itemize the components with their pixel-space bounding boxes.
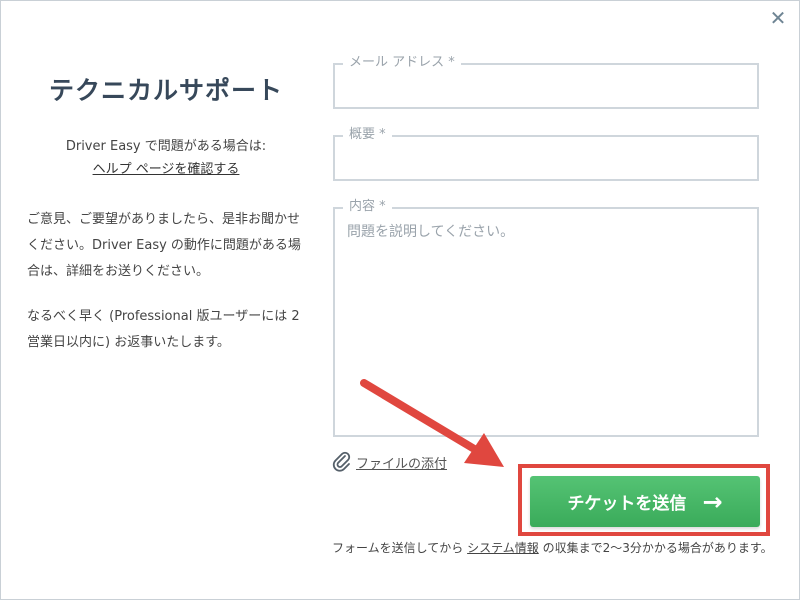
submit-label: チケットを送信	[567, 494, 687, 514]
system-info-link[interactable]: システム情報	[467, 541, 539, 555]
page-title: テクニカルサポート	[48, 76, 283, 105]
content-textarea[interactable]	[335, 209, 757, 435]
email-fieldset: メール アドレス *	[333, 55, 759, 109]
submit-ticket-button[interactable]: チケットを送信 →	[530, 476, 760, 527]
feedback-description: ご意見、ご要望がありましたら、是非お聞かせください。Driver Easy の動…	[27, 212, 301, 279]
help-page-link[interactable]: ヘルプ ページを確認する	[93, 162, 240, 177]
content-label: 内容 *	[343, 199, 392, 215]
footer-note: フォームを送信してから システム情報 の収集まで2～3分かかる場合があります。	[332, 539, 773, 556]
intro-text: Driver Easy で問題がある場合は:	[65, 139, 267, 154]
support-dialog: ✕ テクニカルサポート Driver Easy で問題がある場合は: ヘルプ ペ…	[0, 0, 800, 600]
attach-file-label: ファイルの添付	[356, 456, 448, 472]
subject-label: 概要 *	[343, 127, 392, 143]
subject-field[interactable]	[335, 137, 757, 179]
email-label: メール アドレス *	[343, 55, 461, 71]
close-button[interactable]: ✕	[767, 7, 789, 29]
arrow-right-icon: →	[702, 487, 723, 516]
content-fieldset: 内容 *	[333, 199, 759, 437]
footer-suffix: の収集まで2～3分かかる場合があります。	[538, 541, 773, 555]
response-note: なるべく早く (Professional 版ユーザーには 2 営業日以内に) お…	[27, 309, 300, 350]
close-icon: ✕	[769, 6, 787, 30]
help-link-row: ヘルプ ページを確認する	[1, 158, 331, 177]
footer-prefix: フォームを送信してから	[332, 541, 468, 555]
attach-file-link[interactable]: ファイルの添付	[332, 451, 447, 473]
subject-fieldset: 概要 *	[333, 127, 759, 181]
email-field[interactable]	[335, 65, 757, 107]
paperclip-icon	[332, 451, 351, 472]
